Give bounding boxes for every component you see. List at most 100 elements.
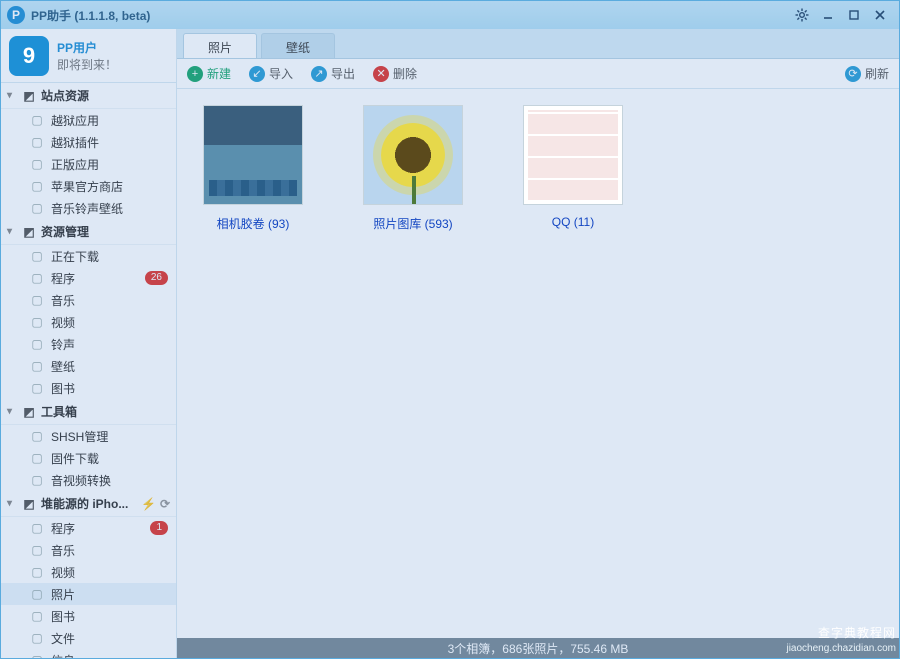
music-icon: ▢ [29, 293, 45, 307]
nav-item-label: 正在下载 [51, 248, 99, 265]
ring-icon: ▢ [29, 337, 45, 351]
nav-item-label: 视频 [51, 564, 75, 581]
nav-tree: ▾◩站点资源▢越狱应用▢越狱插件▢正版应用▢苹果官方商店▢音乐铃声壁纸▾◩资源管… [1, 83, 176, 658]
phone-icon: ◩ [21, 497, 37, 511]
nav-item[interactable]: ▢ 音乐 [1, 289, 176, 311]
section-head[interactable]: ▾◩ 堆能源的 iPho... ⚡ ⟳ [1, 491, 176, 517]
album[interactable]: 相机胶卷 (93) [193, 105, 313, 232]
delete-icon: ✕ [373, 66, 389, 82]
status-bar: 3个相簿，686张照片，755.46 MB [177, 638, 899, 658]
nav-item[interactable]: ▢文件 [1, 627, 176, 649]
chevron-down-icon: ▾ [7, 90, 19, 101]
cloud-icon: ▢ [29, 429, 45, 443]
nav-item[interactable]: ▢ 程序 26 [1, 267, 176, 289]
battery-icon: ⚡ [141, 497, 156, 511]
tab-bar: 照片壁纸 [177, 29, 899, 59]
app-window: P PP助手 (1.1.1.8, beta) PP用户 即将到来！ ▾◩站点资源… [0, 0, 900, 659]
account-text: PP用户 即将到来！ [57, 39, 117, 73]
account-name: PP用户 [57, 39, 117, 56]
settings-button[interactable] [789, 2, 815, 28]
nav-item[interactable]: ▢ 视频 [1, 561, 176, 583]
refresh-button[interactable]: ⟳刷新 [845, 65, 889, 82]
nav-item-label: 苹果官方商店 [51, 178, 123, 195]
p-icon: ▢ [29, 113, 45, 127]
monitor-icon: ◩ [21, 225, 37, 239]
maximize-button[interactable] [841, 2, 867, 28]
account-panel[interactable]: PP用户 即将到来！ [1, 29, 176, 83]
section-title: 堆能源的 iPho... [41, 495, 128, 512]
import-icon: ↙ [249, 66, 265, 82]
nav-item[interactable]: ▢ 音乐 [1, 539, 176, 561]
photo-icon: ▢ [29, 587, 45, 601]
nav-item[interactable]: ▢ 壁纸 [1, 355, 176, 377]
section-title: 资源管理 [41, 223, 89, 240]
nav-item-label: 程序 [51, 270, 75, 287]
nav-item-label: 音乐 [51, 542, 75, 559]
msg-icon: ▢ [29, 653, 45, 658]
apps-icon: ▢ [29, 271, 45, 285]
apps-icon: ▢ [29, 521, 45, 535]
section-head[interactable]: ▾◩工具箱 [1, 399, 176, 425]
nav-item[interactable]: ▢正版应用 [1, 153, 176, 175]
tab[interactable]: 照片 [183, 33, 257, 58]
account-sub: 即将到来！ [57, 56, 117, 73]
nav-item[interactable]: ▢ 图书 [1, 377, 176, 399]
video-icon: ▢ [29, 315, 45, 329]
nav-item[interactable]: ▢固件下载 [1, 447, 176, 469]
minimize-button[interactable] [815, 2, 841, 28]
nav-item[interactable]: ▢ 越狱应用 [1, 109, 176, 131]
album[interactable]: QQ (11) [513, 105, 633, 229]
album-thumb [523, 105, 623, 205]
section-head[interactable]: ▾◩资源管理 [1, 219, 176, 245]
minimize-icon [822, 9, 834, 21]
nav-item[interactable]: ▢越狱插件 [1, 131, 176, 153]
section-head[interactable]: ▾◩站点资源 [1, 83, 176, 109]
nav-item-label: 音乐 [51, 292, 75, 309]
nav-item[interactable]: ▢照片 [1, 583, 176, 605]
nav-item-label: 程序 [51, 520, 75, 537]
close-button[interactable] [867, 2, 893, 28]
nav-item-label: 越狱应用 [51, 112, 99, 129]
section-title: 工具箱 [41, 403, 77, 420]
download-icon: ▢ [29, 249, 45, 263]
nav-item-label: 图书 [51, 608, 75, 625]
plugin-icon: ▢ [29, 135, 45, 149]
album[interactable]: 照片图库 (593) [353, 105, 473, 232]
music-icon: ▢ [29, 543, 45, 557]
nav-item-label: 壁纸 [51, 358, 75, 375]
wall-icon: ▢ [29, 359, 45, 373]
export-icon: ↗ [311, 66, 327, 82]
nav-item[interactable]: ▢SHSH管理 [1, 425, 176, 447]
nav-item[interactable]: ▢ 视频 [1, 311, 176, 333]
album-thumb [203, 105, 303, 205]
count-badge: 26 [145, 271, 168, 285]
nav-item-label: 视频 [51, 314, 75, 331]
count-badge: 1 [150, 521, 168, 535]
delete-button[interactable]: ✕删除 [373, 65, 417, 82]
book-icon: ▢ [29, 381, 45, 395]
nav-item-label: 图书 [51, 380, 75, 397]
refresh-icon: ⟳ [845, 66, 861, 82]
title-bar: P PP助手 (1.1.1.8, beta) [1, 1, 899, 29]
album-caption: QQ (11) [513, 215, 633, 229]
nav-item-label: 铃声 [51, 336, 75, 353]
nav-item[interactable]: ▢音视频转换 [1, 469, 176, 491]
import-button[interactable]: ↙导入 [249, 65, 293, 82]
nav-item[interactable]: ▢音乐铃声壁纸 [1, 197, 176, 219]
nav-item[interactable]: ▢苹果官方商店 [1, 175, 176, 197]
video-icon: ▢ [29, 565, 45, 579]
nav-item[interactable]: ▢ 铃声 [1, 333, 176, 355]
app-body: PP用户 即将到来！ ▾◩站点资源▢越狱应用▢越狱插件▢正版应用▢苹果官方商店▢… [1, 29, 899, 658]
nav-item-label: 音视频转换 [51, 472, 111, 489]
export-button[interactable]: ↗导出 [311, 65, 355, 82]
nav-item[interactable]: ▢ 正在下载 [1, 245, 176, 267]
nav-item[interactable]: ▢图书 [1, 605, 176, 627]
new-button[interactable]: +新建 [187, 65, 231, 82]
nav-item[interactable]: ▢ 程序 1 [1, 517, 176, 539]
chevron-down-icon: ▾ [7, 498, 19, 509]
home-icon: ◩ [21, 89, 37, 103]
sync-icon: ⟳ [160, 497, 170, 511]
tab[interactable]: 壁纸 [261, 33, 335, 58]
chevron-down-icon: ▾ [7, 406, 19, 417]
nav-item[interactable]: ▢信息 [1, 649, 176, 658]
